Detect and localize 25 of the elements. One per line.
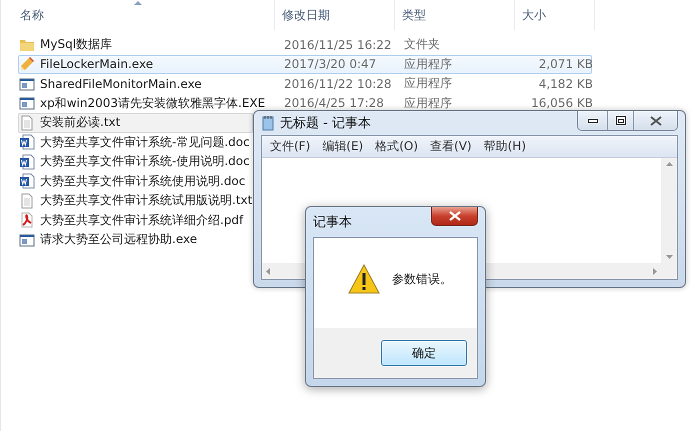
window-title: 无标题 - 记事本 xyxy=(280,115,372,132)
file-date: 2016/11/22 10:28 xyxy=(283,76,393,91)
file-name: 请求大势至公司远程协助.exe xyxy=(40,231,198,248)
file-name: 大势至共享文件审计系统详细介绍.pdf xyxy=(40,212,244,229)
file-name: 大势至共享文件审计系统试用版说明.txt xyxy=(40,192,252,210)
file-type: 文件夹 xyxy=(403,36,441,54)
file-type: 应用程序 xyxy=(403,56,453,73)
file-name: MySql数据库 xyxy=(40,36,112,54)
file-date: 2016/11/25 16:22 xyxy=(283,38,393,52)
file-name: 大势至共享文件审计系统-常见问题.doc xyxy=(40,134,250,151)
file-name: 大势至共享文件审计系统-使用说明.doc xyxy=(40,153,250,170)
file-date: 2017/3/20 0:47 xyxy=(283,57,378,72)
dialog-title: 记事本 xyxy=(313,214,353,231)
file-name: xp和win2003请先安装微软雅黑字体.EXE xyxy=(40,94,266,112)
file-name: 安装前必读.txt xyxy=(40,114,120,132)
file-size: 16,056 KB xyxy=(530,96,593,110)
error-message: 参数错误。 xyxy=(392,270,452,288)
file-type: 应用程序 xyxy=(403,75,453,92)
file-date: 2016/4/25 17:28 xyxy=(283,96,385,110)
file-size: 2,071 KB xyxy=(538,57,593,72)
file-name: SharedFileMonitorMain.exe xyxy=(40,76,202,91)
file-size: 4,182 KB xyxy=(538,76,593,91)
file-name: FileLockerMain.exe xyxy=(40,57,154,72)
file-type: 应用程序 xyxy=(403,94,453,112)
file-name: 大势至共享文件审计系统使用说明.doc xyxy=(40,172,246,190)
